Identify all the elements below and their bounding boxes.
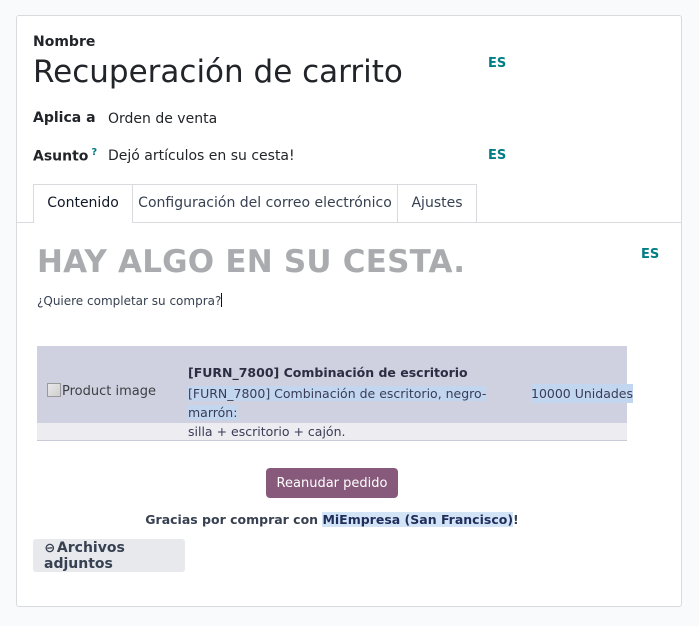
name-lang-button[interactable]: ES <box>488 56 506 71</box>
paperclip-icon: ⊘ <box>40 539 59 558</box>
subject-field[interactable]: Dejó artículos en su cesta! <box>108 148 295 164</box>
body-lang-button[interactable]: ES <box>641 247 659 262</box>
thanks-suffix: ! <box>513 512 519 527</box>
resume-order-button[interactable]: Reanudar pedido <box>266 468 398 498</box>
broken-image-icon <box>47 383 61 397</box>
attachments-button[interactable]: ⊘Archivos adjuntos <box>33 539 185 572</box>
product-description: [FURN_7800] Combinación de escritorio, n… <box>188 384 523 441</box>
product-image: Product image <box>47 383 156 399</box>
tab-email-configuration[interactable]: Configuración del correo electrónico <box>133 184 398 222</box>
subject-label-text: Asunto <box>33 148 89 165</box>
company-name: MiEmpresa (San Francisco) <box>322 512 514 527</box>
name-label: Nombre <box>33 34 96 50</box>
subject-lang-button[interactable]: ES <box>488 148 506 163</box>
email-heading: HAY ALGO EN SU CESTA. <box>37 244 466 280</box>
text-cursor <box>221 293 223 307</box>
thanks-prefix: Gracias por comprar con <box>145 512 323 527</box>
product-name: [FURN_7800] Combinación de escritorio <box>188 365 468 380</box>
applies-to-label: Aplica a <box>33 110 96 126</box>
product-description-line1: [FURN_7800] Combinación de escritorio, n… <box>188 386 487 420</box>
template-name-field[interactable]: Recuperación de carrito <box>33 54 403 90</box>
product-image-alt: Product image <box>62 384 156 399</box>
product-description-line2: silla + escritorio + cajón. <box>188 424 346 439</box>
email-question-text: ¿Quiere completar su compra? <box>37 294 222 308</box>
form-sheet: Nombre Recuperación de carrito ES Aplica… <box>16 15 682 607</box>
product-block: Product image [FURN_7800] Combinación de… <box>37 346 634 441</box>
help-tooltip-icon[interactable]: ? <box>91 147 97 158</box>
product-quantity: 10000 Unidades <box>531 384 634 403</box>
tab-settings[interactable]: Ajustes <box>398 184 477 222</box>
thanks-message: Gracias por comprar con MiEmpresa (San F… <box>17 512 647 527</box>
tab-content[interactable]: Contenido <box>33 184 133 223</box>
applies-to-field[interactable]: Orden de venta <box>108 111 217 127</box>
product-row: Product image [FURN_7800] Combinación de… <box>37 346 634 439</box>
email-question[interactable]: ¿Quiere completar su compra? <box>37 293 223 308</box>
subject-label: Asunto? <box>33 147 97 165</box>
